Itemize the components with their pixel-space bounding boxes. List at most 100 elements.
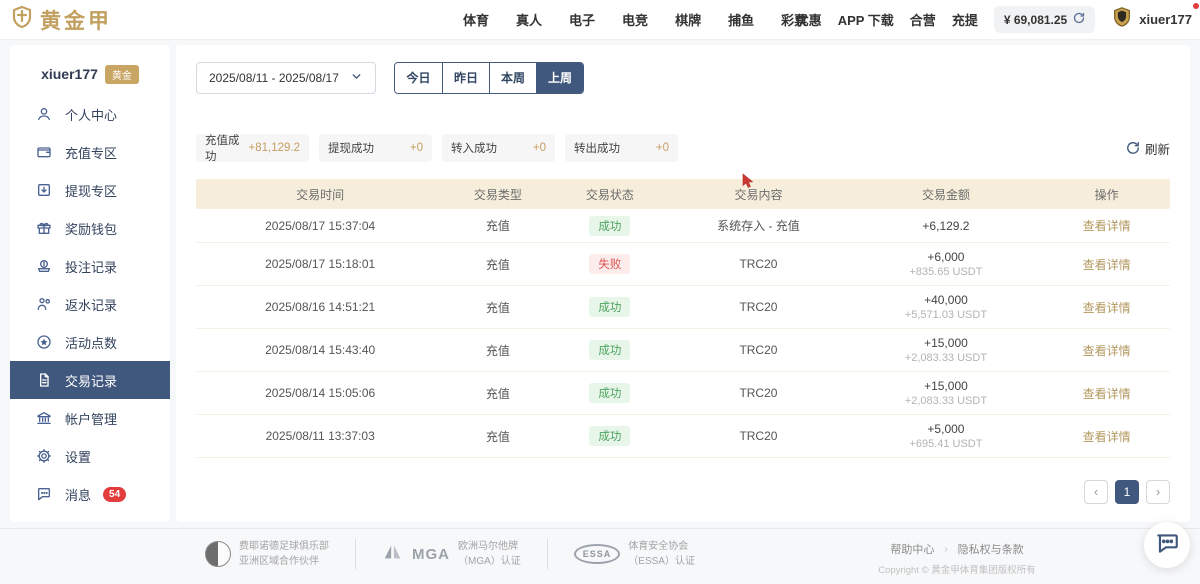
nav-live[interactable]: 真人: [516, 10, 542, 29]
cell-action: 查看详情: [1043, 428, 1170, 445]
nav-affiliate[interactable]: 合营: [910, 10, 936, 29]
balance-pill[interactable]: ¥ 69,081.25: [994, 6, 1095, 33]
view-details-link[interactable]: 查看详情: [1083, 430, 1131, 444]
summary-value: +0: [410, 142, 423, 154]
sidebar-item-settings[interactable]: 设置: [10, 437, 170, 475]
partner-line1: 欧洲马尔他牌: [458, 539, 521, 554]
refresh-button[interactable]: 刷新: [1126, 139, 1170, 158]
nav-esports[interactable]: 电竞: [622, 10, 648, 29]
feyenoord-logo-icon: [205, 541, 231, 567]
sidebar-item-label: 消息: [65, 485, 91, 504]
sidebar-item-bet-records[interactable]: 投注记录: [10, 247, 170, 285]
summary-value: +81,129.2: [249, 142, 300, 154]
date-range-value: 2025/08/11 - 2025/08/17: [209, 71, 339, 85]
footer-divider: [547, 539, 548, 569]
sidebar-item-label: 设置: [65, 447, 91, 466]
cell-amount: +15,000+2,083.33 USDT: [849, 379, 1044, 407]
quick-btn-today[interactable]: 今日: [395, 63, 442, 93]
partner-line2: 亚洲区域合作伙伴: [239, 554, 329, 569]
view-details-link[interactable]: 查看详情: [1083, 301, 1131, 315]
col-time: 交易时间: [196, 186, 444, 203]
quick-btn-yesterday[interactable]: 昨日: [442, 63, 489, 93]
nav-fishing[interactable]: 捕鱼: [728, 10, 754, 29]
sidebar-item-transaction-records[interactable]: 交易记录: [10, 361, 170, 399]
rebate-icon: [36, 296, 53, 313]
cell-time: 2025/08/11 13:37:03: [196, 429, 444, 443]
col-status: 交易状态: [551, 186, 668, 203]
cell-action: 查看详情: [1043, 217, 1170, 234]
summary-value: +0: [533, 142, 546, 154]
cell-content: 系统存入 - 充值: [668, 217, 848, 234]
mga-brand-text: MGA: [412, 546, 450, 563]
cell-content: TRC20: [668, 429, 848, 443]
cell-status: 失败: [551, 254, 668, 274]
cell-content: TRC20: [668, 343, 848, 357]
view-details-link[interactable]: 查看详情: [1083, 219, 1131, 233]
links-separator: ›: [944, 544, 947, 555]
nav-promotions[interactable]: 优惠: [796, 10, 822, 29]
star-circle-icon: [36, 334, 53, 351]
user-menu[interactable]: xiuer177: [1111, 6, 1192, 33]
sidebar: xiuer177 黄金 个人中心 充值专区 提现专区 奖励钱包 投注记录 返水记…: [10, 45, 170, 522]
gear-icon: [36, 448, 53, 465]
help-center-link[interactable]: 帮助中心: [890, 541, 934, 557]
cell-type: 充值: [444, 299, 551, 316]
nav-cards[interactable]: 棋牌: [675, 10, 701, 29]
sidebar-item-messages[interactable]: 消息 54: [10, 475, 170, 513]
cell-time: 2025/08/14 15:05:06: [196, 386, 444, 400]
gift-icon: [36, 220, 53, 237]
nav-deposit-withdraw[interactable]: 充提: [952, 10, 978, 29]
privacy-terms-link[interactable]: 隐私权与条款: [958, 541, 1024, 557]
main-nav: 体育 真人 电子 电竞 棋牌 捕鱼 彩票: [463, 10, 807, 29]
amount-usdt: +2,083.33 USDT: [849, 352, 1044, 364]
summary-row: 充值成功 +81,129.2 提现成功 +0 转入成功 +0 转出成功 +0 刷…: [196, 134, 1170, 162]
quick-date-buttons: 今日 昨日 本周 上周: [394, 62, 584, 94]
prev-page-button[interactable]: ‹: [1084, 480, 1108, 504]
table-row: 2025/08/11 13:37:03 充值 成功 TRC20 +5,000+6…: [196, 415, 1170, 458]
cell-type: 充值: [444, 217, 551, 234]
nav-sports[interactable]: 体育: [463, 10, 489, 29]
sidebar-item-deposit[interactable]: 充值专区: [10, 133, 170, 171]
refresh-balance-icon[interactable]: [1073, 12, 1085, 27]
status-badge: 成功: [589, 216, 630, 236]
username: xiuer177: [1139, 12, 1192, 27]
nav-slots[interactable]: 电子: [569, 10, 595, 29]
cell-amount: +40,000+5,571.03 USDT: [849, 293, 1044, 321]
view-details-link[interactable]: 查看详情: [1083, 258, 1131, 272]
vip-level-badge: 黄金: [105, 65, 139, 84]
quick-btn-last-week[interactable]: 上周: [536, 63, 583, 93]
table-row: 2025/08/17 15:18:01 充值 失败 TRC20 +6,000+8…: [196, 243, 1170, 286]
sidebar-item-withdraw[interactable]: 提现专区: [10, 171, 170, 209]
amount-main: +15,000: [849, 336, 1044, 350]
document-icon: [36, 372, 53, 389]
cell-content: TRC20: [668, 257, 848, 271]
cell-status: 成功: [551, 340, 668, 360]
sidebar-item-label: 投注记录: [65, 257, 117, 276]
customer-service-button[interactable]: [1144, 522, 1190, 568]
summary-transfer-out-success: 转出成功 +0: [565, 134, 678, 162]
partner-mga: MGA 欧洲马尔他牌 （MGA）认证: [382, 539, 521, 569]
sidebar-item-account-management[interactable]: 帐户管理: [10, 399, 170, 437]
cell-action: 查看详情: [1043, 256, 1170, 273]
table-row: 2025/08/14 15:43:40 充值 成功 TRC20 +15,000+…: [196, 329, 1170, 372]
quick-btn-this-week[interactable]: 本周: [489, 63, 536, 93]
partner-line2: （ESSA）认证: [628, 554, 695, 569]
sidebar-item-rebate-records[interactable]: 返水记录: [10, 285, 170, 323]
brand-logo-icon: [10, 5, 34, 34]
partner-essa: ESSA 体育安全协会 （ESSA）认证: [574, 539, 695, 569]
sidebar-item-profile[interactable]: 个人中心: [10, 95, 170, 133]
page-1-button[interactable]: 1: [1115, 480, 1139, 504]
sidebar-item-activity-points[interactable]: 活动点数: [10, 323, 170, 361]
amount-main: +40,000: [849, 293, 1044, 307]
partner-line1: 体育安全协会: [628, 539, 695, 554]
cell-type: 充值: [444, 342, 551, 359]
brand-logo[interactable]: 黄金甲: [10, 5, 112, 35]
cell-status: 成功: [551, 216, 668, 236]
view-details-link[interactable]: 查看详情: [1083, 387, 1131, 401]
col-type: 交易类型: [444, 186, 551, 203]
view-details-link[interactable]: 查看详情: [1083, 344, 1131, 358]
sidebar-item-reward-wallet[interactable]: 奖励钱包: [10, 209, 170, 247]
nav-app-download[interactable]: APP 下载: [838, 10, 894, 29]
next-page-button[interactable]: ›: [1146, 480, 1170, 504]
date-range-select[interactable]: 2025/08/11 - 2025/08/17: [196, 62, 376, 94]
